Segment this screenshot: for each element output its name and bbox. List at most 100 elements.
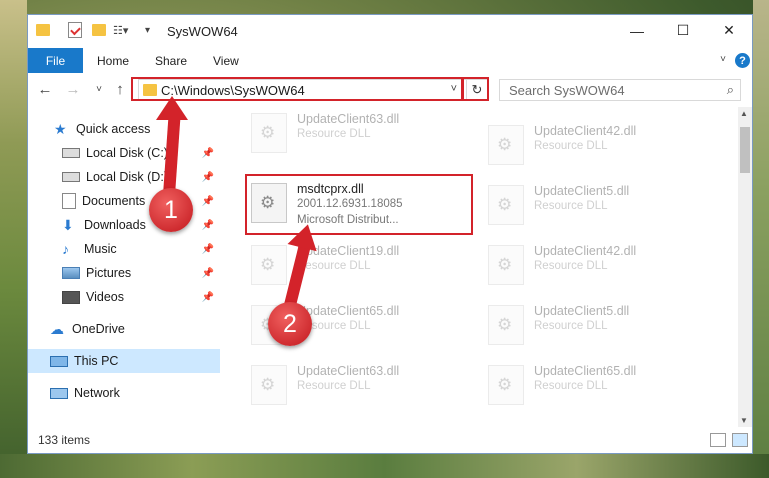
file-type: Resource DLL bbox=[534, 380, 608, 392]
file-name: UpdateClient65.dll bbox=[297, 304, 400, 318]
details-view-icon[interactable] bbox=[710, 433, 726, 447]
back-button[interactable]: ← bbox=[36, 79, 54, 99]
sidebar-item-pictures[interactable]: Pictures 📌 bbox=[28, 261, 220, 285]
sidebar-item-local-disk-d[interactable]: Local Disk (D:) 📌 bbox=[28, 165, 220, 189]
file-type: Resource DLL bbox=[297, 260, 371, 272]
sidebar-item-music[interactable]: ♪ Music 📌 bbox=[28, 237, 220, 261]
file-item[interactable]: UpdateClient65.dll Resource DLL bbox=[488, 359, 708, 409]
desktop-background-bottom bbox=[0, 454, 769, 478]
desktop-background-right bbox=[753, 0, 769, 478]
file-name: UpdateClient5.dll bbox=[534, 304, 630, 318]
pin-icon[interactable]: 📌 bbox=[202, 196, 214, 207]
search-placeholder: Search SysWOW64 bbox=[509, 83, 625, 98]
help-icon[interactable]: ? bbox=[735, 53, 750, 68]
file-item[interactable]: UpdateClient42.dll Resource DLL bbox=[488, 119, 708, 169]
dll-file-icon bbox=[488, 305, 524, 345]
tab-view[interactable]: View bbox=[213, 48, 239, 73]
sidebar-item-onedrive[interactable]: ☁ OneDrive bbox=[28, 317, 220, 341]
pin-icon[interactable]: 📌 bbox=[202, 220, 214, 231]
drive-icon bbox=[62, 172, 80, 182]
file-type: Resource DLL bbox=[534, 320, 608, 332]
search-input[interactable]: Search SysWOW64 ⌕ bbox=[499, 79, 741, 101]
file-name: UpdateClient63.dll bbox=[297, 112, 400, 126]
search-icon: ⌕ bbox=[726, 82, 734, 97]
recent-locations-button[interactable]: ˅ bbox=[90, 79, 108, 99]
minimize-button[interactable]: — bbox=[614, 15, 660, 46]
dll-file-icon bbox=[251, 113, 287, 153]
sidebar-item-videos[interactable]: Videos 📌 bbox=[28, 285, 220, 309]
videos-icon bbox=[62, 290, 80, 304]
file-type: Resource DLL bbox=[534, 140, 608, 152]
dll-file-icon bbox=[488, 365, 524, 405]
sidebar-item-label: Downloads bbox=[84, 218, 146, 232]
file-name: UpdateClient65.dll bbox=[534, 364, 637, 378]
sidebar-item-label: Documents bbox=[82, 194, 146, 208]
tab-share[interactable]: Share bbox=[155, 48, 187, 73]
file-name: UpdateClient63.dll bbox=[297, 364, 400, 378]
file-name: UpdateClient42.dll bbox=[534, 124, 637, 138]
dll-file-icon bbox=[251, 365, 287, 405]
scroll-down-icon[interactable]: ▼ bbox=[740, 416, 748, 425]
up-button[interactable]: ↑ bbox=[111, 79, 129, 99]
sidebar-item-label: Local Disk (D:) bbox=[86, 170, 168, 184]
pin-icon[interactable]: 📌 bbox=[202, 244, 214, 255]
tab-home[interactable]: Home bbox=[97, 48, 129, 73]
documents-icon bbox=[62, 193, 76, 209]
pictures-icon bbox=[62, 267, 80, 279]
file-type: Resource DLL bbox=[297, 128, 371, 140]
computer-icon bbox=[50, 355, 68, 367]
pin-icon[interactable]: 📌 bbox=[202, 172, 214, 183]
quick-access-dropdown-icon[interactable]: ▾ bbox=[145, 22, 150, 38]
sidebar-item-label: This PC bbox=[74, 354, 119, 368]
new-folder-icon[interactable] bbox=[92, 22, 106, 38]
close-button[interactable]: ✕ bbox=[706, 15, 752, 46]
sidebar-item-quick-access[interactable]: ★ Quick access bbox=[28, 117, 220, 141]
music-icon: ♪ bbox=[62, 241, 69, 257]
sidebar-item-label: Quick access bbox=[76, 122, 151, 136]
dll-file-icon bbox=[251, 245, 287, 285]
sidebar-item-label: Network bbox=[74, 386, 120, 400]
pin-icon[interactable]: 📌 bbox=[202, 292, 214, 303]
customize-quick-access-icon[interactable]: ☷▾ bbox=[113, 22, 128, 38]
scrollbar-thumb[interactable] bbox=[740, 127, 750, 173]
sidebar-item-label: Videos bbox=[86, 290, 124, 304]
drive-icon bbox=[62, 148, 80, 158]
desktop-background-left bbox=[0, 0, 27, 478]
sidebar-item-network[interactable]: Network bbox=[28, 381, 220, 405]
dll-file-icon bbox=[488, 245, 524, 285]
scroll-up-icon[interactable]: ▲ bbox=[740, 109, 748, 118]
sidebar-item-label: Pictures bbox=[86, 266, 132, 280]
sidebar-item-label: Music bbox=[84, 242, 117, 256]
pin-icon[interactable]: 📌 bbox=[202, 148, 214, 159]
file-item[interactable]: UpdateClient63.dll Resource DLL bbox=[251, 107, 471, 157]
download-icon: ⬇ bbox=[62, 217, 74, 233]
forward-button[interactable]: → bbox=[64, 79, 82, 99]
sidebar-item-label: Local Disk (C:) bbox=[86, 146, 168, 160]
file-item[interactable]: UpdateClient5.dll Resource DLL bbox=[488, 299, 708, 349]
ribbon: File Home Share View ˅ ? bbox=[28, 46, 752, 74]
large-icons-view-icon[interactable] bbox=[732, 433, 748, 447]
title-bar: ☷▾ ▾ SysWOW64 — ☐ ✕ bbox=[28, 15, 752, 46]
sidebar-item-local-disk-c[interactable]: Local Disk (C:) 📌 bbox=[28, 141, 220, 165]
file-item[interactable]: UpdateClient63.dll Resource DLL bbox=[251, 359, 471, 409]
vertical-scrollbar[interactable]: ▲ ▼ bbox=[738, 107, 752, 427]
file-name: UpdateClient42.dll bbox=[534, 244, 637, 258]
file-item[interactable]: UpdateClient5.dll Resource DLL bbox=[488, 179, 708, 229]
properties-icon[interactable] bbox=[68, 22, 82, 38]
sidebar-item-this-pc[interactable]: This PC bbox=[28, 349, 220, 373]
maximize-button[interactable]: ☐ bbox=[660, 15, 706, 46]
file-type: Resource DLL bbox=[534, 200, 608, 212]
file-item[interactable]: UpdateClient42.dll Resource DLL bbox=[488, 239, 708, 289]
dll-file-icon bbox=[488, 125, 524, 165]
window-title: SysWOW64 bbox=[167, 24, 238, 39]
folder-icon bbox=[36, 22, 50, 38]
file-highlight bbox=[245, 174, 473, 235]
file-item[interactable]: UpdateClient19.dll Resource DLL bbox=[251, 239, 471, 289]
tab-file[interactable]: File bbox=[28, 48, 83, 73]
pin-icon[interactable]: 📌 bbox=[202, 268, 214, 279]
step-2-badge: 2 bbox=[268, 302, 312, 346]
item-count: 133 items bbox=[38, 433, 91, 447]
file-type: Resource DLL bbox=[297, 380, 371, 392]
chevron-down-icon[interactable]: ˅ bbox=[720, 54, 726, 65]
sidebar-item-label: OneDrive bbox=[72, 322, 125, 336]
